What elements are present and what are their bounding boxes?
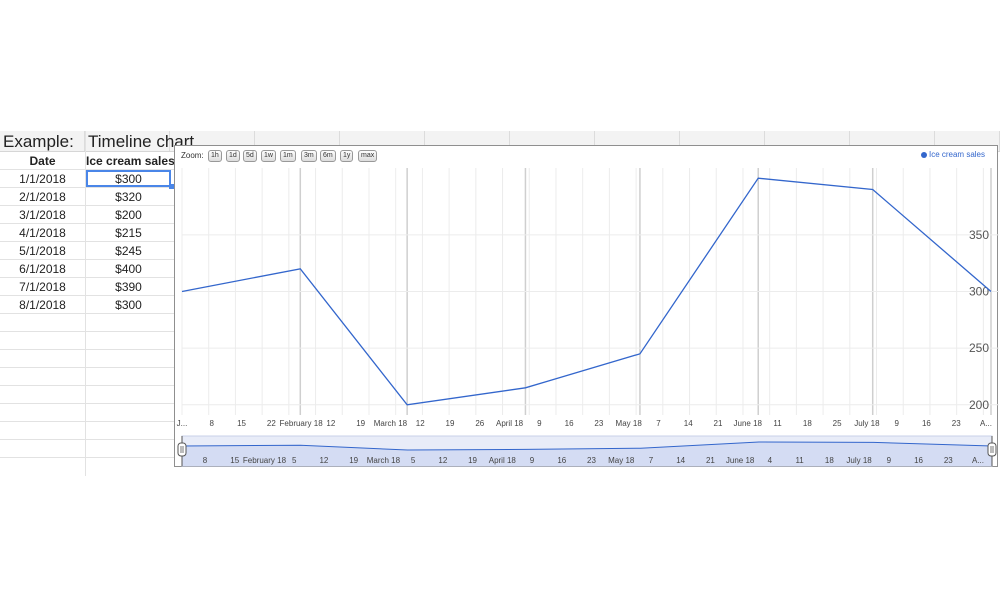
x-tick-label: 21: [714, 419, 723, 428]
range-tick-label: 9: [887, 456, 892, 465]
x-tick-label: 9: [537, 419, 542, 428]
x-tick-label: 19: [446, 419, 455, 428]
range-tick-label: 8: [203, 456, 208, 465]
x-tick-label: 18: [803, 419, 812, 428]
range-tick-label: 19: [349, 456, 358, 465]
data-point: [756, 176, 760, 180]
chart-plot-area[interactable]: 200250300350J... 8 15 22 February 18 12 19 Marc…: [175, 146, 999, 468]
sales-cell[interactable]: $320: [86, 188, 171, 206]
date-cell[interactable]: 6/1/2018: [0, 260, 85, 278]
x-tick-label: 12: [326, 419, 335, 428]
row-divider: [0, 403, 175, 404]
x-tick-label: 23: [594, 419, 603, 428]
y-tick-label: 350: [969, 228, 989, 242]
date-cell[interactable]: 8/1/2018: [0, 296, 85, 314]
row-divider: [0, 457, 175, 458]
date-cell[interactable]: 7/1/2018: [0, 278, 85, 296]
x-tick-label: March 18: [374, 419, 408, 428]
x-tick-label: 22: [267, 419, 276, 428]
range-tick-label: 16: [557, 456, 566, 465]
range-tick-label: March 18: [367, 456, 401, 465]
data-point: [298, 267, 302, 271]
data-point: [180, 290, 184, 294]
range-tick-label: July 18: [846, 456, 872, 465]
sales-cell[interactable]: $200: [86, 206, 171, 224]
x-tick-label: 8: [210, 419, 215, 428]
row-divider: [0, 421, 175, 422]
x-tick-label: 9: [894, 419, 899, 428]
x-tick-label: June 18: [734, 419, 763, 428]
range-tick-label: 14: [676, 456, 685, 465]
date-cell[interactable]: 4/1/2018: [0, 224, 85, 242]
x-tick-label: 16: [922, 419, 931, 428]
sales-cell[interactable]: $300: [86, 296, 171, 314]
timeline-chart[interactable]: Zoom: 1h 1d 5d 1w 1m 3m 6m 1y max Ice cr…: [174, 145, 999, 468]
x-tick-label: A...: [980, 419, 992, 428]
header-sales[interactable]: Ice cream sales: [86, 154, 175, 168]
row-divider: [0, 367, 175, 368]
date-cell[interactable]: 5/1/2018: [0, 242, 85, 260]
data-point: [989, 290, 993, 294]
range-tick-label: 7: [649, 456, 654, 465]
row-divider: [0, 385, 175, 386]
range-tick-label: April 18: [489, 456, 517, 465]
range-tick-label: 12: [438, 456, 447, 465]
range-tick-label: 23: [587, 456, 596, 465]
range-tick-label: 21: [706, 456, 715, 465]
row-divider: [0, 439, 175, 440]
sales-cell[interactable]: $400: [86, 260, 171, 278]
x-tick-label: 19: [356, 419, 365, 428]
x-tick-label: 25: [833, 419, 842, 428]
data-point: [871, 188, 875, 192]
x-tick-label: 23: [952, 419, 961, 428]
range-tick-label: 4: [768, 456, 773, 465]
date-cell[interactable]: 1/1/2018: [0, 170, 85, 188]
range-tick-label: 5: [292, 456, 297, 465]
y-tick-label: 200: [969, 398, 989, 412]
data-point: [638, 352, 642, 356]
example-label: Example:: [3, 132, 74, 151]
row-divider: [0, 331, 175, 332]
sales-cell[interactable]: $215: [86, 224, 171, 242]
date-cell[interactable]: 3/1/2018: [0, 206, 85, 224]
range-tick-label: A...: [972, 456, 984, 465]
x-tick-label: April 18: [496, 419, 524, 428]
x-tick-label: 7: [656, 419, 661, 428]
range-tick-label: 23: [944, 456, 953, 465]
row-divider: [0, 349, 175, 350]
x-tick-label: 12: [416, 419, 425, 428]
range-tick-label: 9: [530, 456, 535, 465]
range-tick-label: 18: [825, 456, 834, 465]
x-tick-label: May 18: [616, 419, 643, 428]
handle-grip: [987, 442, 997, 457]
range-tick-label: 5: [411, 456, 416, 465]
range-tick-label: 11: [795, 456, 804, 465]
range-tick-label: 19: [468, 456, 477, 465]
x-tick-label: 26: [475, 419, 484, 428]
range-tick-label: February 18: [243, 456, 287, 465]
header-date[interactable]: Date: [0, 154, 85, 168]
sales-cell[interactable]: $390: [86, 278, 171, 296]
data-point: [523, 386, 527, 390]
range-tick-label: 15: [230, 456, 239, 465]
sales-cell[interactable]: $245: [86, 242, 171, 260]
data-point: [405, 403, 409, 407]
range-tick-label: June 18: [726, 456, 755, 465]
x-tick-label: 16: [565, 419, 574, 428]
y-tick-label: 250: [969, 341, 989, 355]
range-tick-label: 12: [319, 456, 328, 465]
x-tick-label: February 18: [280, 419, 324, 428]
date-cell[interactable]: 2/1/2018: [0, 188, 85, 206]
x-tick-label: 11: [773, 419, 782, 428]
handle-grip: [177, 442, 187, 457]
selected-cell-outline: [86, 170, 171, 187]
x-tick-label: July 18: [854, 419, 880, 428]
x-tick-label: 15: [237, 419, 246, 428]
range-tick-label: 16: [914, 456, 923, 465]
x-tick-label: 14: [684, 419, 693, 428]
x-tick-label: J...: [177, 419, 188, 428]
range-tick-label: May 18: [608, 456, 635, 465]
